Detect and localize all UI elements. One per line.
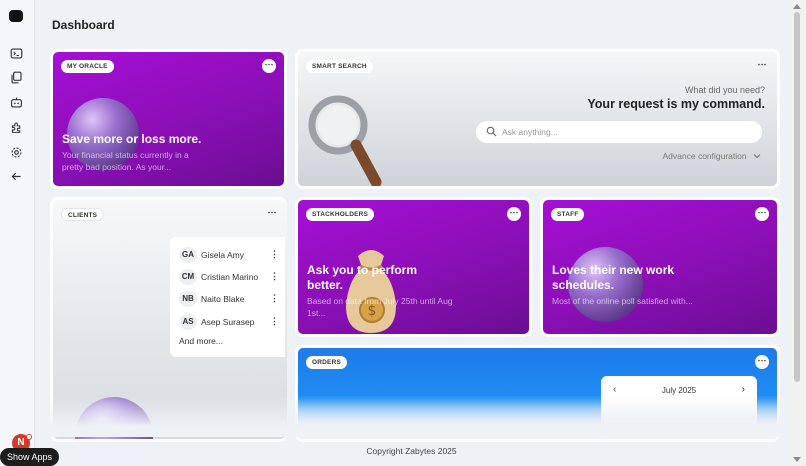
terminal-icon[interactable] bbox=[9, 46, 23, 60]
calendar-next-button[interactable]: › bbox=[742, 384, 745, 395]
smart-search-card: SMART SEARCH ⋯ What did you need? Your r… bbox=[295, 49, 780, 189]
advance-configuration-label: Advance configuration bbox=[662, 151, 747, 161]
sidebar bbox=[0, 0, 34, 466]
client-avatar: AS bbox=[179, 314, 197, 330]
client-more-icon[interactable]: ⋮ bbox=[270, 271, 279, 282]
scroll-up-arrow[interactable] bbox=[793, 4, 801, 9]
clients-menu-button[interactable]: ⋯ bbox=[265, 207, 279, 221]
smart-search-input[interactable]: Ask anything... bbox=[476, 121, 762, 143]
show-apps-button[interactable]: Show Apps bbox=[0, 448, 60, 466]
orders-chip: ORDERS bbox=[306, 356, 348, 369]
stakeholders-menu-button[interactable]: ⋯ bbox=[507, 207, 521, 221]
client-avatar: CM bbox=[179, 269, 197, 285]
stakeholders-headline: Ask you to perform better. bbox=[307, 263, 418, 292]
orders-menu-button[interactable]: ⋯ bbox=[755, 355, 769, 369]
client-name: Cristian Marino bbox=[201, 272, 259, 282]
client-more-icon[interactable]: ⋮ bbox=[270, 316, 279, 327]
client-name: Gisela Amy bbox=[201, 250, 244, 260]
copyright-text: Copyright Zabytes 2025 bbox=[366, 446, 457, 456]
oracle-card[interactable]: MY ORACLE ⋯ Save more or loss more. Your… bbox=[50, 49, 287, 189]
back-arrow-icon[interactable] bbox=[9, 169, 23, 183]
client-row[interactable]: NB Naito Blake ⋮ bbox=[179, 291, 285, 307]
bottom-fade-overlay bbox=[49, 395, 789, 437]
search-icon bbox=[486, 126, 497, 137]
client-more-icon[interactable]: ⋮ bbox=[270, 293, 279, 304]
smart-search-question: What did you need? bbox=[684, 85, 765, 95]
vertical-scrollbar[interactable] bbox=[788, 0, 806, 466]
oracle-headline: Save more or loss more. bbox=[62, 132, 202, 146]
advance-configuration-link[interactable]: Advance configuration bbox=[663, 151, 762, 161]
puzzle-icon[interactable] bbox=[9, 120, 23, 134]
client-row[interactable]: AS Asep Surasep ⋮ bbox=[179, 314, 285, 330]
stakeholders-chip: STACKHOLDERS bbox=[306, 208, 375, 221]
page-title: Dashboard bbox=[52, 18, 115, 32]
magnifier-image bbox=[308, 95, 382, 186]
client-row[interactable]: CM Cristian Marino ⋮ bbox=[179, 269, 285, 285]
client-name: Asep Surasep bbox=[201, 317, 255, 327]
smart-search-chip: SMART SEARCH bbox=[306, 60, 373, 73]
clients-and-more-link[interactable]: And more... bbox=[179, 336, 223, 346]
settings-icon[interactable] bbox=[9, 145, 23, 159]
client-avatar: GA bbox=[179, 247, 197, 263]
main-content: Dashboard MY ORACLE ⋯ Save more or loss … bbox=[34, 0, 789, 466]
app-logo[interactable] bbox=[9, 10, 23, 22]
staff-menu-button[interactable]: ⋯ bbox=[755, 207, 769, 221]
clients-list: GA Gisela Amy ⋮ CM Cristian Marino ⋮ NB … bbox=[170, 237, 285, 357]
staff-headline: Loves their new work schedules. bbox=[552, 263, 675, 292]
client-name: Naito Blake bbox=[201, 294, 245, 304]
stakeholders-card[interactable]: STACKHOLDERS ⋯ $ Ask you to perform bett… bbox=[295, 197, 532, 337]
client-avatar: NB bbox=[179, 291, 197, 307]
oracle-menu-button[interactable]: ⋯ bbox=[262, 59, 276, 73]
chevron-down-icon bbox=[753, 154, 761, 159]
robot-icon[interactable] bbox=[9, 95, 23, 109]
client-more-icon[interactable]: ⋮ bbox=[270, 249, 279, 260]
smart-search-headline: Your request is my command. bbox=[587, 97, 765, 111]
smart-search-placeholder: Ask anything... bbox=[502, 127, 558, 137]
oracle-chip: MY ORACLE bbox=[61, 60, 114, 73]
clients-chip: CLIENTS bbox=[61, 208, 105, 221]
stakeholders-subtext: Based on data from July 25th until Aug 1… bbox=[307, 296, 453, 318]
smart-search-menu-button[interactable]: ⋯ bbox=[755, 59, 769, 73]
copy-icon[interactable] bbox=[9, 70, 23, 84]
client-row[interactable]: GA Gisela Amy ⋮ bbox=[179, 247, 285, 263]
staff-card[interactable]: STAFF ⋯ Loves their new work schedules. … bbox=[540, 197, 780, 337]
staff-chip: STAFF bbox=[551, 208, 585, 221]
scroll-down-arrow[interactable] bbox=[793, 457, 801, 462]
oracle-subtext: Your financial status currently in a pre… bbox=[62, 150, 189, 172]
staff-subtext: Most of the online poll satisfied with..… bbox=[552, 296, 693, 306]
notification-dot bbox=[26, 434, 32, 440]
calendar-month-label: July 2025 bbox=[661, 386, 697, 395]
scroll-thumb[interactable] bbox=[794, 12, 800, 382]
